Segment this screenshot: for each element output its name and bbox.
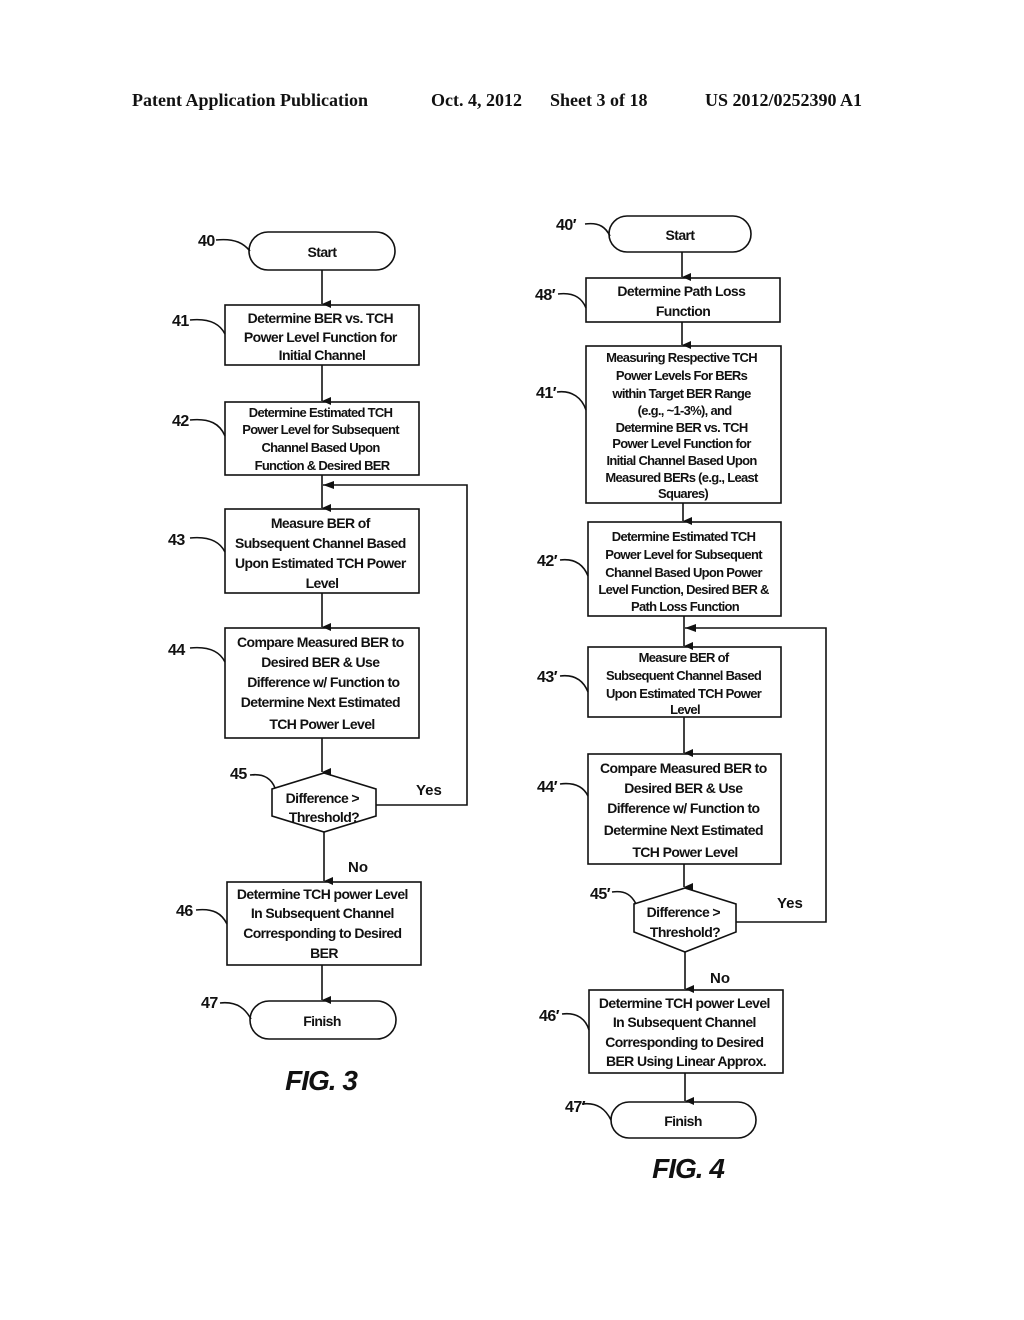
fig4-step-43-text: Measure BER of Subsequent Channel Based … [606, 650, 764, 717]
fig3-ref-41: 41 [172, 313, 189, 330]
fig4-ref-48: 48′ [535, 287, 556, 304]
fig4-leader-42 [559, 558, 589, 577]
fig3-no-label: No [348, 859, 368, 876]
fig4-leader-44 [559, 782, 589, 797]
fig3-ref-46: 46 [176, 903, 193, 920]
fig3-leader-42 [189, 418, 226, 437]
fig3-decision-text: Difference > Threshold? [286, 790, 363, 825]
fig4-ref-47: 47′ [565, 1099, 586, 1116]
fig3-leader-44 [189, 646, 226, 663]
fig4-leader-47 [581, 1102, 612, 1121]
fig4-ref-45: 45′ [590, 886, 611, 903]
fig3-yes-label: Yes [416, 782, 442, 799]
fig4-no-label: No [710, 970, 730, 987]
fig3-ref-43: 43 [168, 532, 185, 549]
fig4-ref-46: 46′ [539, 1008, 560, 1025]
fig3-leader-43 [189, 536, 226, 553]
fig3-finish-label: Finish [303, 1013, 341, 1029]
fig3-step-42-text: Determine Estimated TCH Power Level for … [242, 405, 402, 473]
flowcharts: 40 Start 41 Determine BER vs. TCH Power … [168, 215, 827, 1184]
fig4-step-48-text: Determine Path Loss Function [617, 283, 748, 319]
fig4-step-41-text: Measuring Respective TCH Power Levels Fo… [605, 350, 760, 501]
fig3-ref-45: 45 [230, 766, 247, 783]
fig3-leader-41 [189, 318, 226, 335]
fig4-ref-44: 44′ [537, 779, 558, 796]
fig4-leader-45 [611, 890, 637, 905]
fig3-step-41-text: Determine BER vs. TCH Power Level Functi… [244, 310, 400, 363]
fig4-finish-label: Finish [664, 1113, 702, 1129]
fig3-step-44-text: Compare Measured BER to Desired BER & Us… [237, 634, 407, 732]
fig3-ref-44: 44 [168, 642, 185, 659]
fig3-ref-42: 42 [172, 413, 189, 430]
fig3-start-label: Start [308, 244, 338, 260]
fig4-step-46-text: Determine TCH power Level In Subsequent … [599, 995, 773, 1069]
fig3-caption: FIG. 3 [285, 1065, 358, 1096]
fig4-leader-43 [559, 674, 589, 693]
fig4-start-label: Start [666, 227, 696, 243]
fig3-ref-40: 40 [198, 233, 215, 250]
fig4-ref-40: 40′ [556, 217, 577, 234]
fig4-step-44-text: Compare Measured BER to Desired BER & Us… [600, 760, 770, 860]
fig4-leader-48 [557, 292, 587, 309]
fig3-ref-47: 47 [201, 995, 218, 1012]
fig4-ref-41: 41′ [536, 385, 557, 402]
fig4-leader-40 [584, 222, 611, 237]
fig3-step-46-text: Determine TCH power Level In Subsequent … [237, 886, 411, 961]
fig4-yes-label: Yes [777, 895, 803, 912]
fig3-leader-47 [219, 1001, 252, 1020]
fig3-leader-40 [215, 238, 251, 252]
fig4-leader-46 [561, 1012, 590, 1031]
fig4-leader-41 [556, 390, 587, 411]
fig3-leader-46 [195, 908, 228, 925]
fig3-step-43-text: Measure BER of Subsequent Channel Based … [235, 515, 409, 591]
fig4-decision-text: Difference > Threshold? [647, 904, 724, 940]
fig3-leader-45 [249, 773, 276, 789]
fig4-decision-45 [633, 887, 737, 953]
fig4-ref-42: 42′ [537, 553, 558, 570]
fig4-caption: FIG. 4 [652, 1153, 725, 1184]
fig4-ref-43: 43′ [537, 669, 558, 686]
fig4-step-42-text: Determine Estimated TCH Power Level for … [598, 529, 771, 614]
